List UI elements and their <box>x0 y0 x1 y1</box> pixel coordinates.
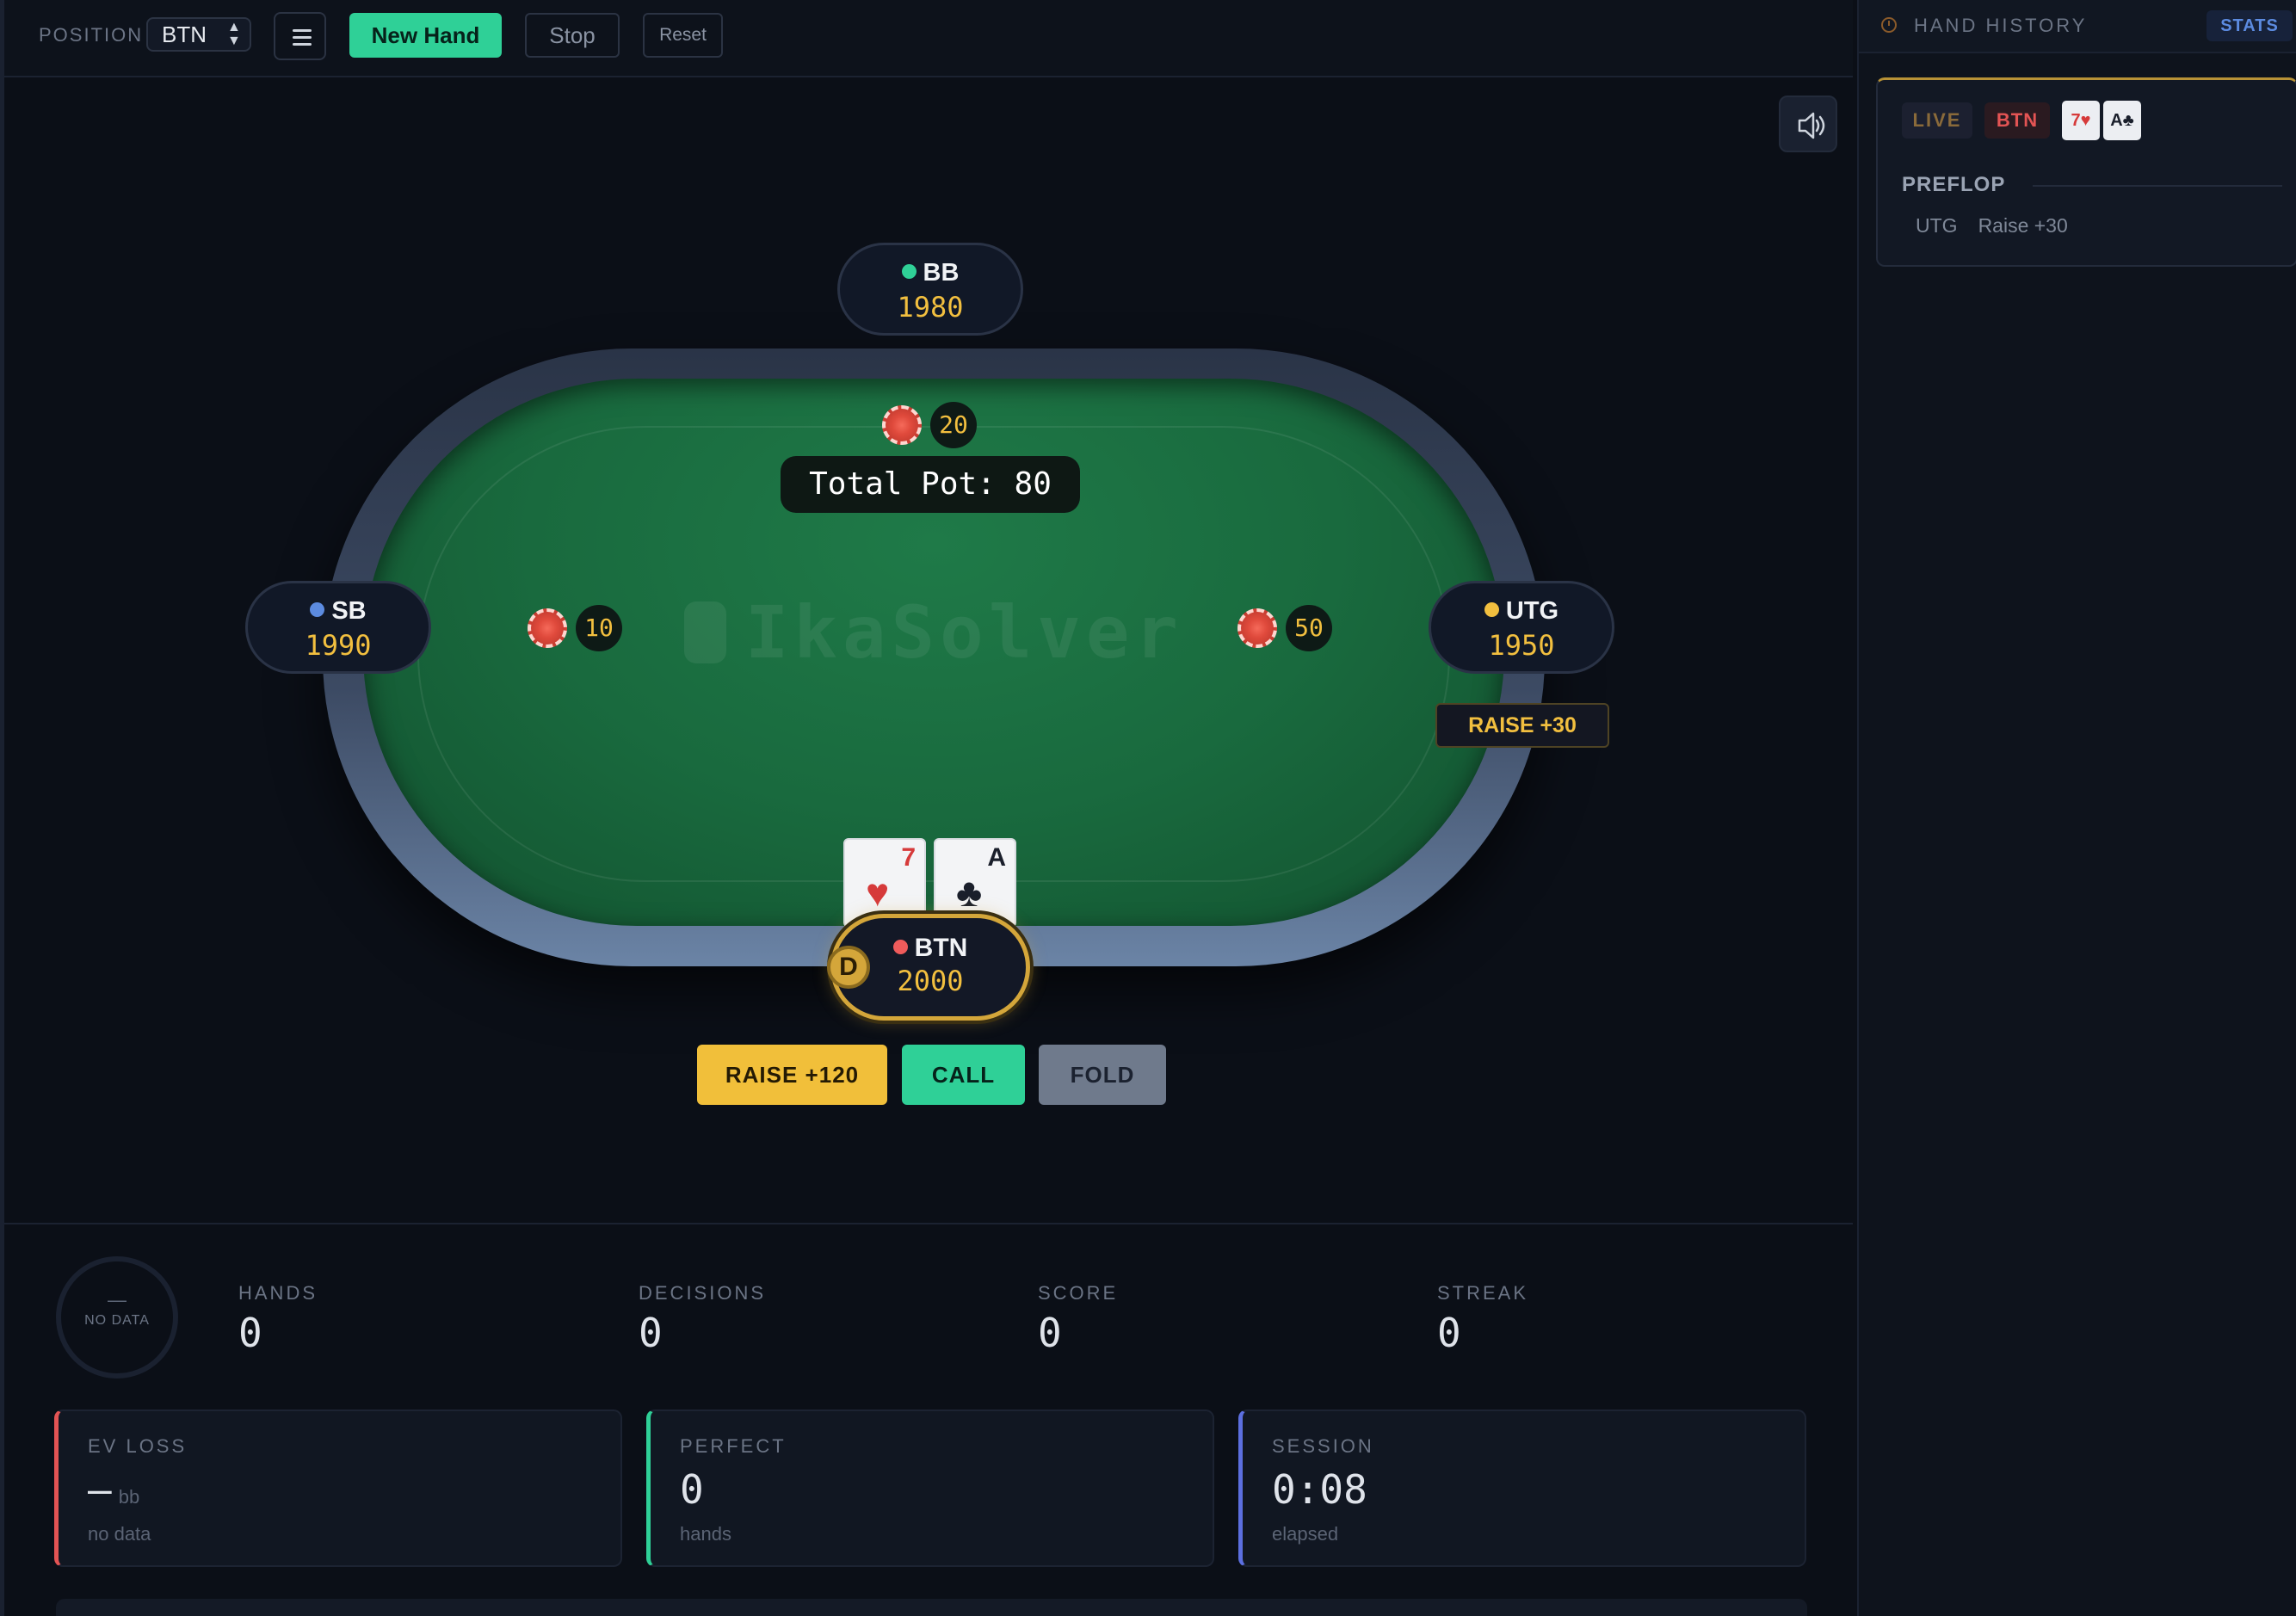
raise-button[interactable]: RAISE +120 <box>697 1045 887 1105</box>
stat-decisions: DECISIONS 0 <box>639 1282 766 1356</box>
total-pot: Total Pot: 80 <box>781 456 1080 513</box>
tile-sub: hands <box>680 1523 731 1545</box>
main-pane: POSITION BTN ▲ ▼ New Hand Stop Reset Ika… <box>0 0 1853 1616</box>
tile-label: EV LOSS <box>88 1435 188 1457</box>
sidebar-header: HAND HISTORY STATS <box>1859 0 2296 53</box>
reset-button[interactable]: Reset <box>643 13 723 58</box>
seat-name: BTN <box>914 934 968 962</box>
seat-stack: 1980 <box>897 291 964 324</box>
watermark: IkaSolver <box>684 590 1183 675</box>
seat-status-dot <box>901 264 917 279</box>
bet-amount: 50 <box>1286 605 1332 651</box>
heart-icon: ♥ <box>866 870 890 915</box>
stat-value: 0 <box>1038 1310 1062 1356</box>
card-rank: A <box>987 843 1006 872</box>
seat-bb: BB 1980 <box>837 243 1023 336</box>
stat-value: 0 <box>1437 1310 1461 1356</box>
stat-label: SCORE <box>1038 1282 1119 1304</box>
new-hand-button[interactable]: New Hand <box>349 13 502 58</box>
stats-tab[interactable]: STATS <box>2207 10 2293 41</box>
tile-unit: bb <box>118 1486 140 1508</box>
tile-session: SESSION 0:08 elapsed <box>1238 1409 1806 1567</box>
seat-utg: UTG 1950 <box>1429 581 1614 674</box>
seat-name: BB <box>923 259 960 287</box>
seat-stack: 1990 <box>305 629 372 662</box>
sidebar-title: HAND HISTORY <box>1914 15 2088 36</box>
tile-value: — <box>88 1466 112 1513</box>
tile-value: 0:08 <box>1272 1466 1367 1513</box>
utg-last-action: RAISE +30 <box>1435 703 1609 748</box>
seat-status-dot <box>310 602 325 617</box>
bet-amount: 10 <box>576 605 622 651</box>
tile-label: PERFECT <box>680 1435 787 1457</box>
seat-name: UTG <box>1505 597 1559 625</box>
logo-icon <box>684 601 726 663</box>
stat-score: SCORE 0 <box>1038 1282 1118 1356</box>
speaker-icon <box>1798 112 1825 139</box>
ring-value: — <box>108 1289 127 1311</box>
stat-label: HANDS <box>238 1282 318 1304</box>
bet-bb: 20 <box>882 402 977 448</box>
stop-button[interactable]: Stop <box>525 13 620 58</box>
tile-label: SESSION <box>1272 1435 1374 1457</box>
mini-card-1: 7♥ <box>2062 101 2100 140</box>
stat-value: 0 <box>639 1310 663 1356</box>
chip-icon <box>528 608 567 648</box>
dealer-button-icon: D <box>827 946 870 989</box>
watermark-text: IkaSolver <box>744 590 1183 675</box>
fold-button[interactable]: FOLD <box>1039 1045 1166 1105</box>
stat-label: DECISIONS <box>639 1282 767 1304</box>
position-label: POSITION <box>39 24 144 46</box>
hand-history-entry[interactable]: LIVE BTN 7♥ A♣ PREFLOP UTG Raise +30 <box>1876 77 2296 267</box>
tile-sub: no data <box>88 1523 151 1545</box>
card-rank: 7 <box>901 843 916 872</box>
club-icon: ♣ <box>956 870 983 915</box>
mini-card-2: A♣ <box>2103 101 2141 140</box>
history-action: UTG Raise +30 <box>1916 214 2068 237</box>
menu-button[interactable] <box>274 12 326 60</box>
seat-status-dot <box>892 940 908 954</box>
seat-stack: 1950 <box>1488 629 1555 662</box>
tile-perfect: PERFECT 0 hands <box>646 1409 1214 1567</box>
chip-icon <box>1237 608 1277 648</box>
bottom-panel-edge <box>56 1599 1807 1616</box>
seat-sb: SB 1990 <box>245 581 431 674</box>
clock-icon <box>1881 17 1897 33</box>
seat-status-dot <box>1484 602 1499 617</box>
tile-value: 0 <box>680 1466 704 1513</box>
sound-toggle-button[interactable] <box>1779 96 1837 152</box>
tile-ev-loss: EV LOSS — bb no data <box>54 1409 622 1567</box>
stat-value: 0 <box>238 1310 262 1356</box>
street-label: PREFLOP <box>1902 173 2006 196</box>
position-badge: BTN <box>1984 102 2050 139</box>
action-text: Raise +30 <box>1978 214 2068 237</box>
stat-streak: STREAK 0 <box>1437 1282 1528 1356</box>
tile-sub: elapsed <box>1272 1523 1339 1545</box>
stat-hands: HANDS 0 <box>238 1282 318 1356</box>
hamburger-icon <box>293 29 312 32</box>
live-badge: LIVE <box>1902 102 1972 139</box>
bet-sb: 10 <box>528 605 622 651</box>
hand-history-sidebar: HAND HISTORY STATS LIVE BTN 7♥ A♣ PREFLO… <box>1857 0 2296 1616</box>
accuracy-ring: — NO DATA <box>56 1256 178 1379</box>
position-select-value: BTN <box>162 22 207 47</box>
ring-label: NO DATA <box>84 1313 150 1328</box>
bet-amount: 20 <box>930 402 977 448</box>
chevron-updown-icon: ▲ ▼ <box>227 20 241 48</box>
action-player: UTG <box>1916 214 1958 237</box>
chip-icon <box>882 405 922 445</box>
position-select[interactable]: BTN ▲ ▼ <box>146 17 251 52</box>
seat-name: SB <box>331 597 367 625</box>
street-divider <box>2033 185 2282 187</box>
top-toolbar: POSITION BTN ▲ ▼ New Hand Stop Reset <box>4 0 1853 77</box>
call-button[interactable]: CALL <box>902 1045 1025 1105</box>
stats-divider <box>4 1223 1853 1224</box>
stat-label: STREAK <box>1437 1282 1529 1304</box>
bet-utg: 50 <box>1237 605 1332 651</box>
